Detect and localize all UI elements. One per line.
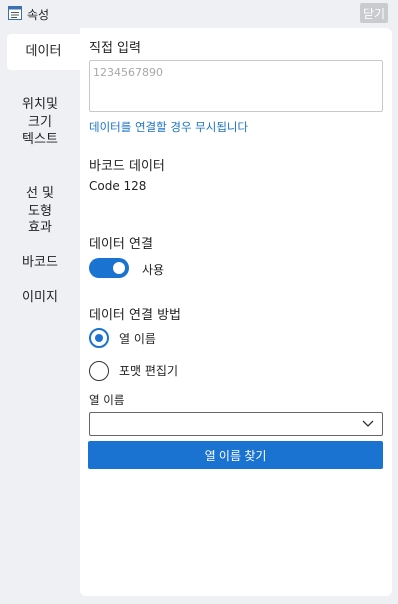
data-link-toggle-label: 사용 bbox=[142, 263, 165, 277]
sidebar-item-label: 바코드 bbox=[22, 255, 58, 270]
sidebar-item-label: 선 및 도형 bbox=[25, 186, 55, 219]
properties-panel: 직접 입력 1234567890 데이터를 연결할 경우 무시됩니다 바코드 데… bbox=[80, 28, 392, 596]
column-name-select[interactable] bbox=[89, 412, 383, 436]
sidebar-item-label: 텍스트 bbox=[22, 132, 58, 147]
radio-column-name-label: 열 이름 bbox=[119, 332, 156, 346]
sidebar-item-text[interactable]: 텍스트 bbox=[0, 131, 80, 149]
radio-column-name[interactable] bbox=[89, 328, 109, 348]
ignore-note: 데이터를 연결할 경우 무시됩니다 bbox=[89, 120, 249, 134]
data-link-heading: 데이터 연결 bbox=[89, 237, 153, 252]
sidebar-item-effects[interactable]: 효과 bbox=[0, 219, 80, 237]
radio-format-editor-label: 포맷 편집기 bbox=[119, 364, 179, 378]
sidebar-item-data[interactable]: 데이터 bbox=[7, 34, 80, 70]
column-name-label: 열 이름 bbox=[89, 393, 125, 407]
sidebar-item-label: 효과 bbox=[28, 220, 52, 235]
link-method-heading: 데이터 연결 방법 bbox=[89, 308, 181, 323]
properties-icon bbox=[8, 6, 22, 20]
barcode-type-value: Code 128 bbox=[89, 179, 147, 193]
radio-format-editor[interactable] bbox=[89, 361, 109, 381]
title-bar: 속성 닫기 bbox=[0, 0, 398, 28]
data-link-toggle[interactable] bbox=[89, 258, 129, 278]
direct-input-placeholder: 1234567890 bbox=[93, 66, 163, 79]
find-column-name-button[interactable]: 열 이름 찾기 bbox=[88, 441, 383, 469]
sidebar-item-image[interactable]: 이미지 bbox=[0, 289, 80, 307]
direct-input-field[interactable]: 1234567890 bbox=[89, 60, 383, 112]
window-title: 속성 bbox=[27, 8, 50, 22]
barcode-data-heading: 바코드 데이터 bbox=[89, 159, 165, 174]
sidebar-item-line-shape[interactable]: 선 및 도형 bbox=[0, 167, 80, 221]
sidebar-item-barcode[interactable]: 바코드 bbox=[0, 254, 80, 272]
close-button[interactable]: 닫기 bbox=[360, 3, 388, 23]
sidebar-item-position-size[interactable]: 위치및 크기 bbox=[0, 78, 80, 132]
direct-input-heading: 직접 입력 bbox=[89, 41, 141, 56]
sidebar-item-label: 데이터 bbox=[25, 44, 62, 59]
sidebar-item-label: 이미지 bbox=[22, 290, 58, 305]
sidebar-item-label: 위치및 크기 bbox=[22, 97, 58, 130]
toggle-knob bbox=[113, 262, 125, 274]
chevron-down-icon bbox=[362, 420, 374, 427]
